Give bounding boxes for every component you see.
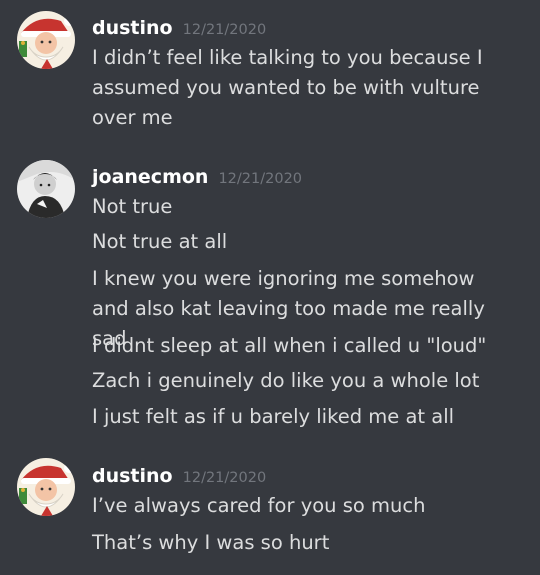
author-name[interactable]: dustino — [92, 465, 173, 487]
author-name[interactable]: dustino — [92, 17, 173, 39]
message-text: Zach i genuinely do like you a whole lot — [92, 369, 480, 392]
santa-avatar-icon[interactable] — [17, 458, 75, 516]
author-name[interactable]: joanecmon — [92, 166, 208, 188]
santa-avatar-icon[interactable] — [17, 11, 75, 69]
chat-log: dustino 12/21/2020 I didn’t feel like tal… — [0, 0, 540, 575]
message-text: That’s why I was so hurt — [92, 531, 330, 554]
message-timestamp: 12/21/2020 — [182, 470, 267, 486]
message-author[interactable]: dustino 12/21/2020 — [92, 464, 266, 490]
message-timestamp: 12/21/2020 — [182, 22, 267, 38]
message-text: I didn’t feel like talking to you becaus… — [92, 46, 483, 129]
message-text: Not true at all — [92, 230, 228, 253]
message-author[interactable]: dustino 12/21/2020 — [92, 16, 266, 42]
message-author[interactable]: joanecmon 12/21/2020 — [92, 165, 302, 191]
bw-person-avatar-icon[interactable] — [17, 160, 75, 218]
message-timestamp: 12/21/2020 — [218, 171, 303, 187]
message-text: Not true — [92, 195, 173, 218]
message-text: I just felt as if u barely liked me at a… — [92, 405, 455, 428]
message-text: I didnt sleep at all when i called u "lo… — [92, 334, 487, 357]
message-text: I’ve always cared for you so much — [92, 494, 426, 517]
